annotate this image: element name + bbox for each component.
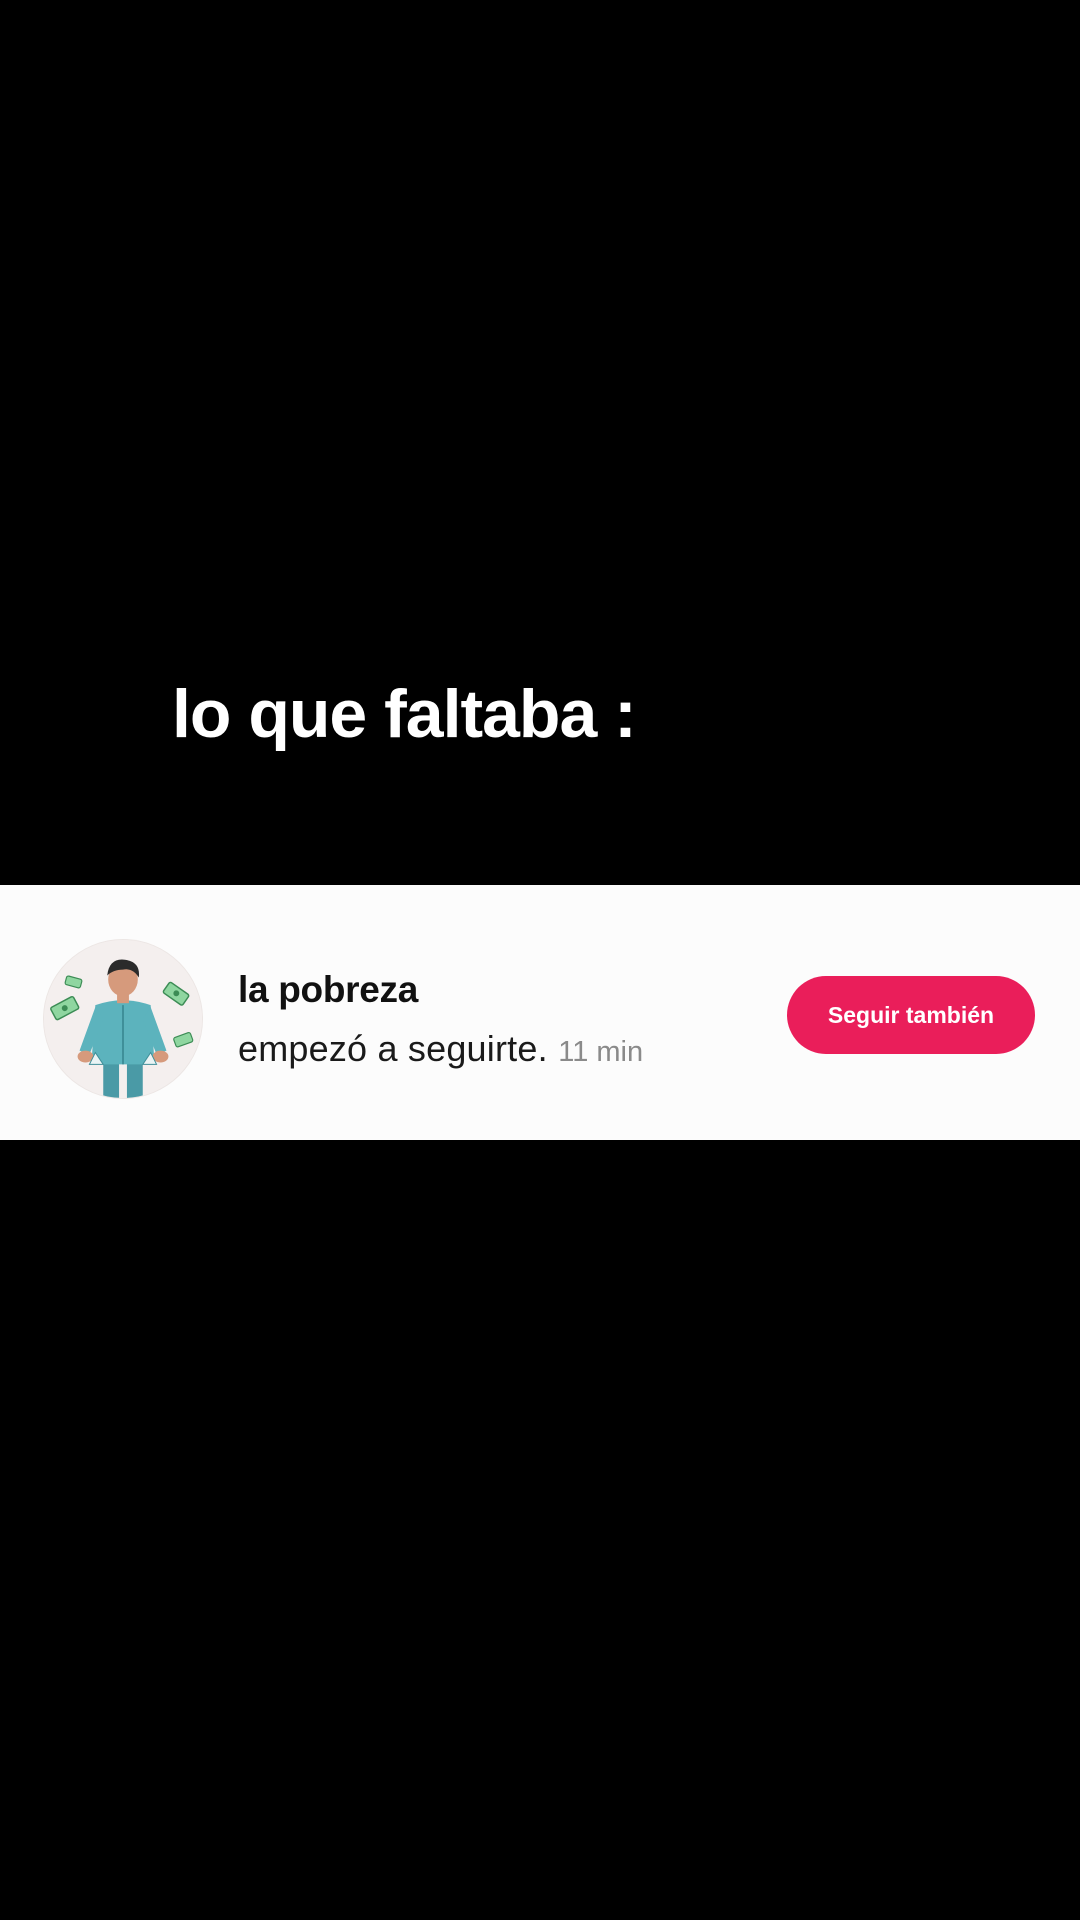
- avatar[interactable]: [44, 940, 202, 1098]
- follow-notification[interactable]: la pobreza empezó a seguirte. 11 min Seg…: [0, 885, 1080, 1140]
- activity-message: empezó a seguirte.: [238, 1028, 548, 1069]
- timestamp: 11 min: [558, 1036, 644, 1068]
- activity-line: empezó a seguirte. 11 min: [238, 1031, 643, 1067]
- person-empty-pockets-icon: [44, 940, 202, 1098]
- username[interactable]: la pobreza: [238, 971, 418, 1008]
- overlay-caption: lo que faltaba :: [172, 676, 637, 752]
- follow-back-button[interactable]: Seguir también: [787, 976, 1035, 1054]
